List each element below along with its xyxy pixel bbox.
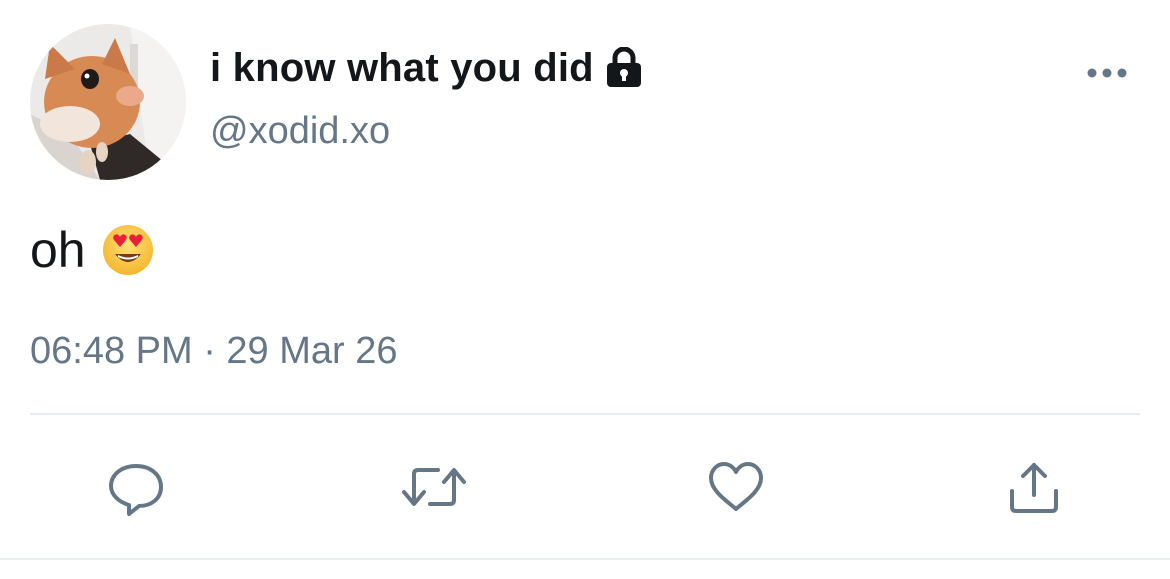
heart-eyes-emoji-icon — [102, 224, 154, 276]
action-bar — [0, 455, 1170, 519]
heart-icon — [709, 462, 763, 511]
retweet-button[interactable] — [402, 455, 466, 519]
tweet-body: oh — [30, 218, 154, 282]
cat-avatar-image — [30, 24, 186, 180]
bottom-border — [0, 558, 1170, 560]
tweet-text: oh — [30, 222, 86, 278]
divider — [30, 413, 1140, 415]
avatar[interactable] — [30, 24, 186, 180]
reply-button[interactable] — [104, 455, 168, 519]
author-name-row: i know what you did — [210, 40, 644, 96]
tweet-timestamp[interactable]: 06:48 PM · 29 Mar 26 — [30, 330, 398, 373]
like-button[interactable] — [704, 455, 768, 519]
retweet-icon — [402, 468, 466, 506]
lock-icon — [604, 46, 644, 89]
share-icon — [1010, 463, 1058, 513]
reply-icon — [109, 464, 163, 516]
display-name[interactable]: i know what you did — [210, 46, 594, 91]
user-handle[interactable]: @xodid.xo — [210, 110, 390, 153]
more-options-icon[interactable] — [1082, 58, 1132, 88]
share-button[interactable] — [1002, 455, 1066, 519]
